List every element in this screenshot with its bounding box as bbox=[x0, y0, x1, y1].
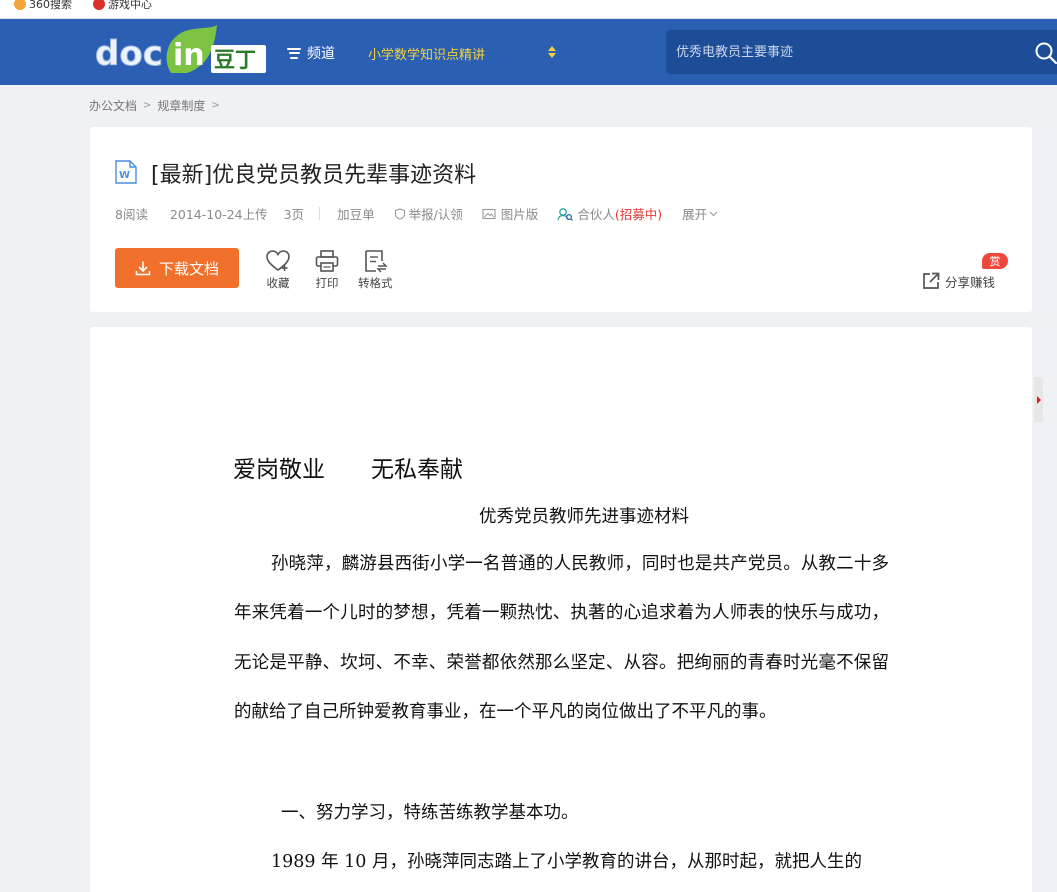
page-count: 3页 bbox=[283, 207, 305, 222]
partner-icon bbox=[557, 207, 574, 221]
document-title: [最新]优良党员教员先辈事迹资料 bbox=[151, 163, 477, 188]
breadcrumb-office-docs[interactable]: 办公文档 bbox=[89, 97, 137, 114]
page-heading: 爱岗敬业 无私奉献 bbox=[233, 457, 463, 483]
site-header: doc in 豆丁 频道 小学数学知识点精讲 bbox=[0, 19, 1057, 85]
reward-badge: 赏 bbox=[982, 253, 1008, 269]
read-count: 8阅读 bbox=[115, 207, 148, 222]
favorite-button[interactable]: 收藏 bbox=[265, 249, 291, 291]
channel-menu[interactable]: 频道 bbox=[287, 43, 335, 63]
share-icon bbox=[923, 272, 940, 289]
chevron-right-icon: > bbox=[211, 100, 220, 111]
report-link[interactable]: 举报/认领 bbox=[394, 204, 463, 223]
add-to-list-link[interactable]: 加豆单 bbox=[337, 204, 375, 223]
search-box bbox=[666, 30, 1057, 74]
arrow-right-icon bbox=[1037, 396, 1041, 404]
svg-text:W: W bbox=[119, 170, 130, 181]
download-button[interactable]: 下载文档 bbox=[115, 248, 239, 288]
svg-text:doc: doc bbox=[95, 34, 163, 74]
recruiting-badge: (招募中) bbox=[614, 207, 663, 222]
bookmark-360-search[interactable]: 360搜索 bbox=[14, 0, 72, 12]
partner-link[interactable]: 合伙人 (招募中) bbox=[557, 204, 662, 223]
side-panel-toggle[interactable] bbox=[1034, 377, 1043, 422]
print-button[interactable]: 打印 bbox=[314, 249, 340, 291]
docin-logo[interactable]: doc in 豆丁 bbox=[93, 21, 268, 77]
svg-text:in: in bbox=[173, 38, 205, 73]
expand-button[interactable]: 展开 bbox=[682, 204, 718, 223]
menu-icon bbox=[287, 47, 301, 59]
document-page: 爱岗敬业 无私奉献 优秀党员教师先进事迹材料 孙晓萍，麟游县西街小学一名普通的人… bbox=[90, 327, 1032, 892]
search-icon[interactable] bbox=[1034, 41, 1057, 65]
download-icon bbox=[135, 261, 151, 276]
share-earn-button[interactable]: 分享赚钱 bbox=[921, 271, 995, 291]
section-heading: 一、努力学习，特练苦练教学基本功。 bbox=[281, 803, 579, 823]
game-center-icon bbox=[93, 0, 105, 10]
bookmark-game-center[interactable]: 游戏中心 bbox=[93, 0, 152, 12]
shield-icon bbox=[394, 207, 405, 220]
upload-date: 2014-10-24上传 bbox=[169, 207, 268, 222]
360-search-icon bbox=[14, 0, 26, 10]
bookmark-bar: 360搜索 游戏中心 bbox=[0, 0, 1057, 19]
sort-arrows-icon[interactable] bbox=[548, 46, 556, 58]
svg-text:豆丁: 豆丁 bbox=[214, 48, 256, 72]
breadcrumb: 办公文档 > 规章制度 > bbox=[89, 97, 220, 114]
search-input[interactable] bbox=[676, 42, 1016, 62]
convert-format-button[interactable]: 转格式 bbox=[358, 249, 393, 291]
heart-icon bbox=[266, 250, 290, 271]
paragraph: 1989 年 10 月，孙晓萍同志踏上了小学教育的讲台，从那时起，就把人生的 bbox=[271, 852, 862, 872]
convert-icon bbox=[365, 250, 388, 273]
document-info-card: W [最新]优良党员教员先辈事迹资料 8阅读 2014-10-24上传 3页 加… bbox=[90, 127, 1032, 312]
breadcrumb-regulations[interactable]: 规章制度 bbox=[157, 97, 205, 114]
document-meta: 8阅读 2014-10-24上传 3页 加豆单 举报/认领 图片版 合伙人 (招… bbox=[115, 204, 718, 223]
chevron-right-icon: > bbox=[143, 100, 152, 111]
image-icon bbox=[482, 208, 496, 219]
divider bbox=[319, 207, 321, 220]
word-doc-icon: W bbox=[115, 160, 137, 184]
image-version-link[interactable]: 图片版 bbox=[482, 204, 538, 223]
promo-link[interactable]: 小学数学知识点精讲 bbox=[368, 44, 485, 63]
printer-icon bbox=[315, 250, 339, 272]
chevron-down-icon bbox=[709, 211, 718, 216]
paragraph: 孙晓萍，麟游县西街小学一名普通的人民教师，同时也是共产党员。从教二十多年来凭着一… bbox=[234, 554, 889, 722]
page-subtitle: 优秀党员教师先进事迹材料 bbox=[479, 507, 689, 527]
